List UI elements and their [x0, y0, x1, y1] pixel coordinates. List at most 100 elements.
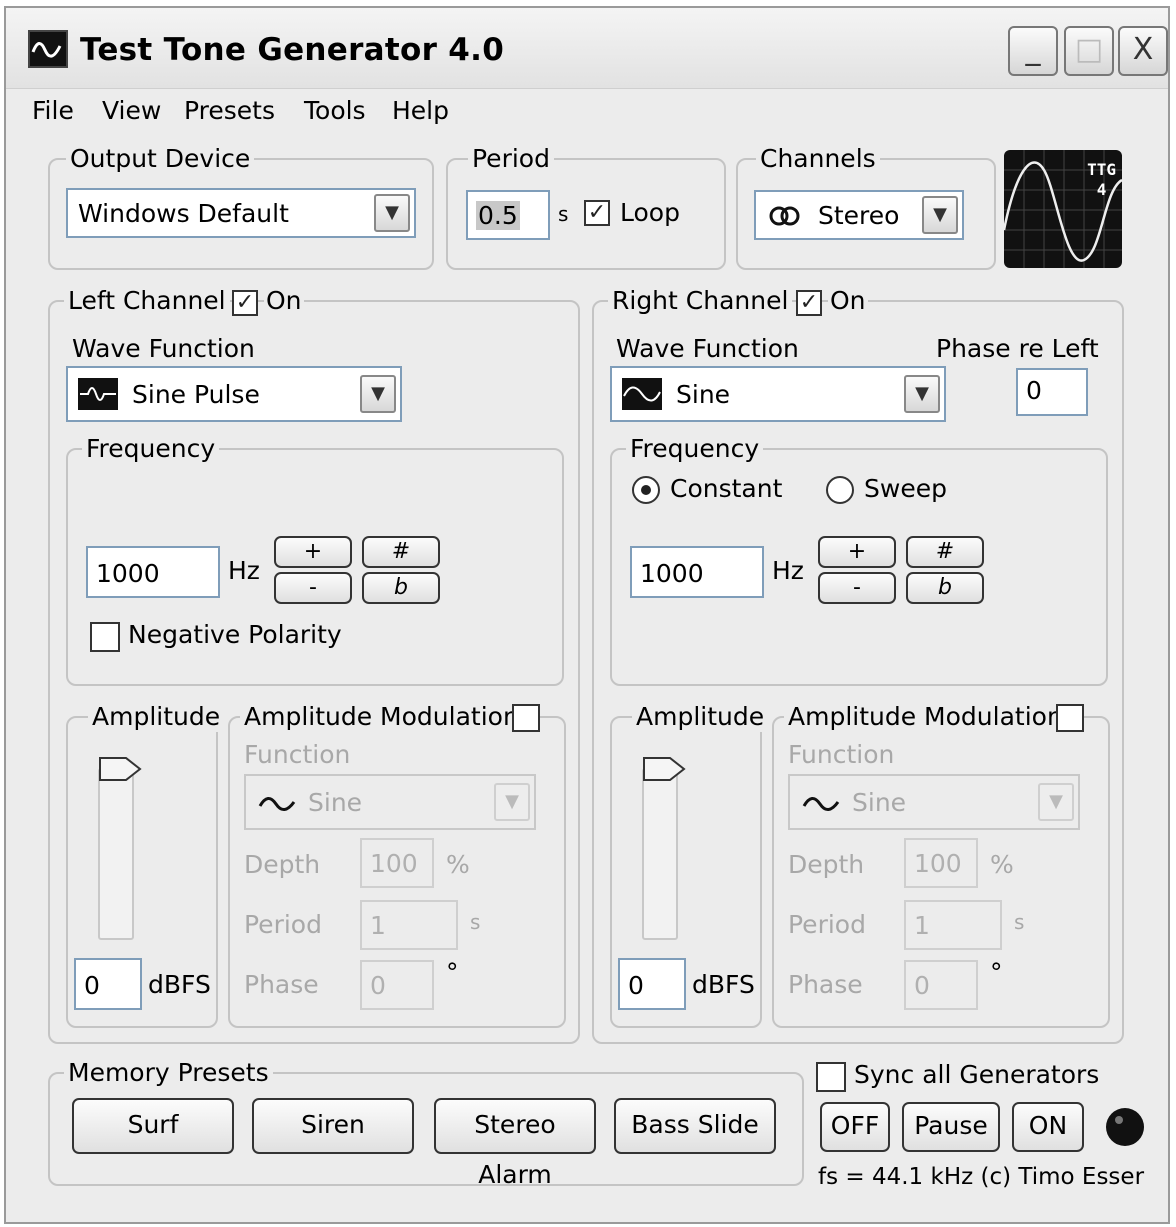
loop-label: Loop	[620, 198, 680, 227]
period-unit: s	[558, 202, 569, 226]
stereo-rings-icon	[768, 205, 802, 231]
left-am-checkbox[interactable]	[512, 704, 540, 732]
output-device-legend: Output Device	[66, 144, 255, 174]
right-depth-input[interactable]: 100	[904, 838, 978, 888]
preset-bass-slide-button[interactable]: Bass Slide	[614, 1098, 776, 1154]
right-depth-value: 100	[914, 849, 962, 878]
right-on-checkbox[interactable]: ✓	[796, 290, 822, 316]
off-button[interactable]: OFF	[820, 1102, 890, 1152]
right-amplitude-value: 0	[628, 971, 644, 1000]
left-depth-label: Depth	[244, 850, 321, 879]
period-input[interactable]: 0.5	[466, 190, 550, 240]
title-bar[interactable]: Test Tone Generator 4.0 _ □ X	[6, 8, 1168, 89]
status-led-icon	[1104, 1106, 1146, 1152]
phase-re-left-input[interactable]: 0	[1016, 368, 1088, 416]
right-am-phase-input[interactable]: 0	[904, 960, 978, 1010]
left-negative-polarity-checkbox[interactable]	[90, 622, 120, 652]
left-depth-input[interactable]: 100	[360, 838, 434, 888]
left-freq-flat-button[interactable]: b	[362, 572, 440, 604]
period-value: 0.5	[476, 201, 520, 230]
menu-help[interactable]: Help	[392, 96, 449, 125]
right-am-function-label: Function	[788, 740, 895, 769]
app-window: Test Tone Generator 4.0 _ □ X File View …	[4, 6, 1170, 1224]
right-depth-unit: %	[990, 850, 1014, 879]
sync-generators-checkbox[interactable]	[816, 1062, 846, 1092]
right-am-period-input[interactable]: 1	[904, 900, 1002, 950]
right-am-function-value: Sine	[852, 788, 907, 817]
left-amplitude-slider-thumb[interactable]	[98, 756, 144, 786]
preset-surf-button[interactable]: Surf	[72, 1098, 234, 1154]
left-am-period-label: Period	[244, 910, 322, 939]
ttg-logo: TTG 4	[1002, 150, 1123, 268]
right-channel-legend: Right Channel	[608, 286, 793, 316]
left-freq-plus-button[interactable]: +	[274, 536, 352, 568]
left-am-phase-input[interactable]: 0	[360, 960, 434, 1010]
left-amplitude-unit: dBFS	[148, 970, 211, 999]
left-on-label: On	[264, 286, 304, 316]
preset-stereo-alarm-button[interactable]: Stereo Alarm	[434, 1098, 596, 1189]
constant-radio[interactable]	[632, 476, 660, 504]
period-legend: Period	[468, 144, 554, 174]
chevron-down-icon[interactable]: ▼	[1038, 783, 1074, 821]
right-frequency-input[interactable]: 1000	[630, 546, 764, 598]
output-device-select[interactable]: Windows Default ▼	[66, 188, 416, 238]
close-button[interactable]: X	[1118, 26, 1168, 76]
chevron-down-icon[interactable]: ▼	[374, 194, 410, 232]
chevron-down-icon[interactable]: ▼	[922, 196, 958, 234]
right-freq-plus-button[interactable]: +	[818, 536, 896, 568]
pause-button[interactable]: Pause	[902, 1102, 1000, 1152]
menu-file[interactable]: File	[32, 96, 74, 125]
right-amplitude-input[interactable]: 0	[618, 958, 686, 1010]
left-on-checkbox[interactable]: ✓	[232, 290, 258, 316]
right-am-function-select[interactable]: Sine ▼	[788, 774, 1080, 830]
left-amplitude-input[interactable]: 0	[74, 958, 142, 1010]
left-frequency-input[interactable]: 1000	[86, 546, 220, 598]
left-frequency-unit: Hz	[228, 556, 260, 585]
sweep-radio[interactable]	[826, 476, 854, 504]
left-am-function-value: Sine	[308, 788, 363, 817]
right-wave-select[interactable]: Sine ▼	[610, 366, 946, 422]
left-am-legend: Amplitude Modulation	[240, 702, 523, 732]
output-device-value: Windows Default	[78, 199, 289, 228]
left-freq-minus-button[interactable]: -	[274, 572, 352, 604]
app-logo-icon	[28, 30, 68, 68]
chevron-down-icon[interactable]: ▼	[494, 783, 530, 821]
left-am-period-unit: s	[470, 910, 481, 934]
logo-line2: 4	[1096, 180, 1107, 199]
phase-re-left-label: Phase re Left	[936, 334, 1099, 363]
minimize-button[interactable]: _	[1008, 26, 1058, 76]
left-depth-unit: %	[446, 850, 470, 879]
left-wave-select[interactable]: Sine Pulse ▼	[66, 366, 402, 422]
menu-tools[interactable]: Tools	[304, 96, 366, 125]
left-freq-sharp-button[interactable]: #	[362, 536, 440, 568]
right-amplitude-legend: Amplitude	[632, 702, 769, 732]
left-negative-polarity-label: Negative Polarity	[128, 620, 342, 649]
menu-presets[interactable]: Presets	[184, 96, 275, 125]
right-freq-sharp-button[interactable]: #	[906, 536, 984, 568]
channels-select[interactable]: Stereo ▼	[754, 190, 964, 240]
maximize-button[interactable]: □	[1064, 26, 1114, 76]
right-on-label: On	[828, 286, 868, 316]
left-am-function-select[interactable]: Sine ▼	[244, 774, 536, 830]
sine-pulse-icon	[78, 378, 118, 410]
chevron-down-icon[interactable]: ▼	[904, 375, 940, 413]
right-amplitude-slider-thumb[interactable]	[642, 756, 688, 786]
loop-checkbox[interactable]: ✓	[584, 200, 610, 226]
right-freq-flat-button[interactable]: b	[906, 572, 984, 604]
right-am-phase-label: Phase	[788, 970, 863, 999]
right-freq-minus-button[interactable]: -	[818, 572, 896, 604]
right-depth-label: Depth	[788, 850, 865, 879]
left-amplitude-slider-track[interactable]	[98, 768, 134, 940]
right-am-phase-unit: °	[990, 958, 1003, 987]
on-button[interactable]: ON	[1012, 1102, 1084, 1152]
menu-view[interactable]: View	[102, 96, 161, 125]
left-am-period-input[interactable]: 1	[360, 900, 458, 950]
right-wave-label: Wave Function	[616, 334, 799, 363]
preset-siren-button[interactable]: Siren	[252, 1098, 414, 1154]
right-amplitude-unit: dBFS	[692, 970, 755, 999]
window-title: Test Tone Generator 4.0	[80, 32, 505, 68]
channels-legend: Channels	[756, 144, 880, 174]
right-am-checkbox[interactable]	[1056, 704, 1084, 732]
chevron-down-icon[interactable]: ▼	[360, 375, 396, 413]
right-amplitude-slider-track[interactable]	[642, 768, 678, 940]
